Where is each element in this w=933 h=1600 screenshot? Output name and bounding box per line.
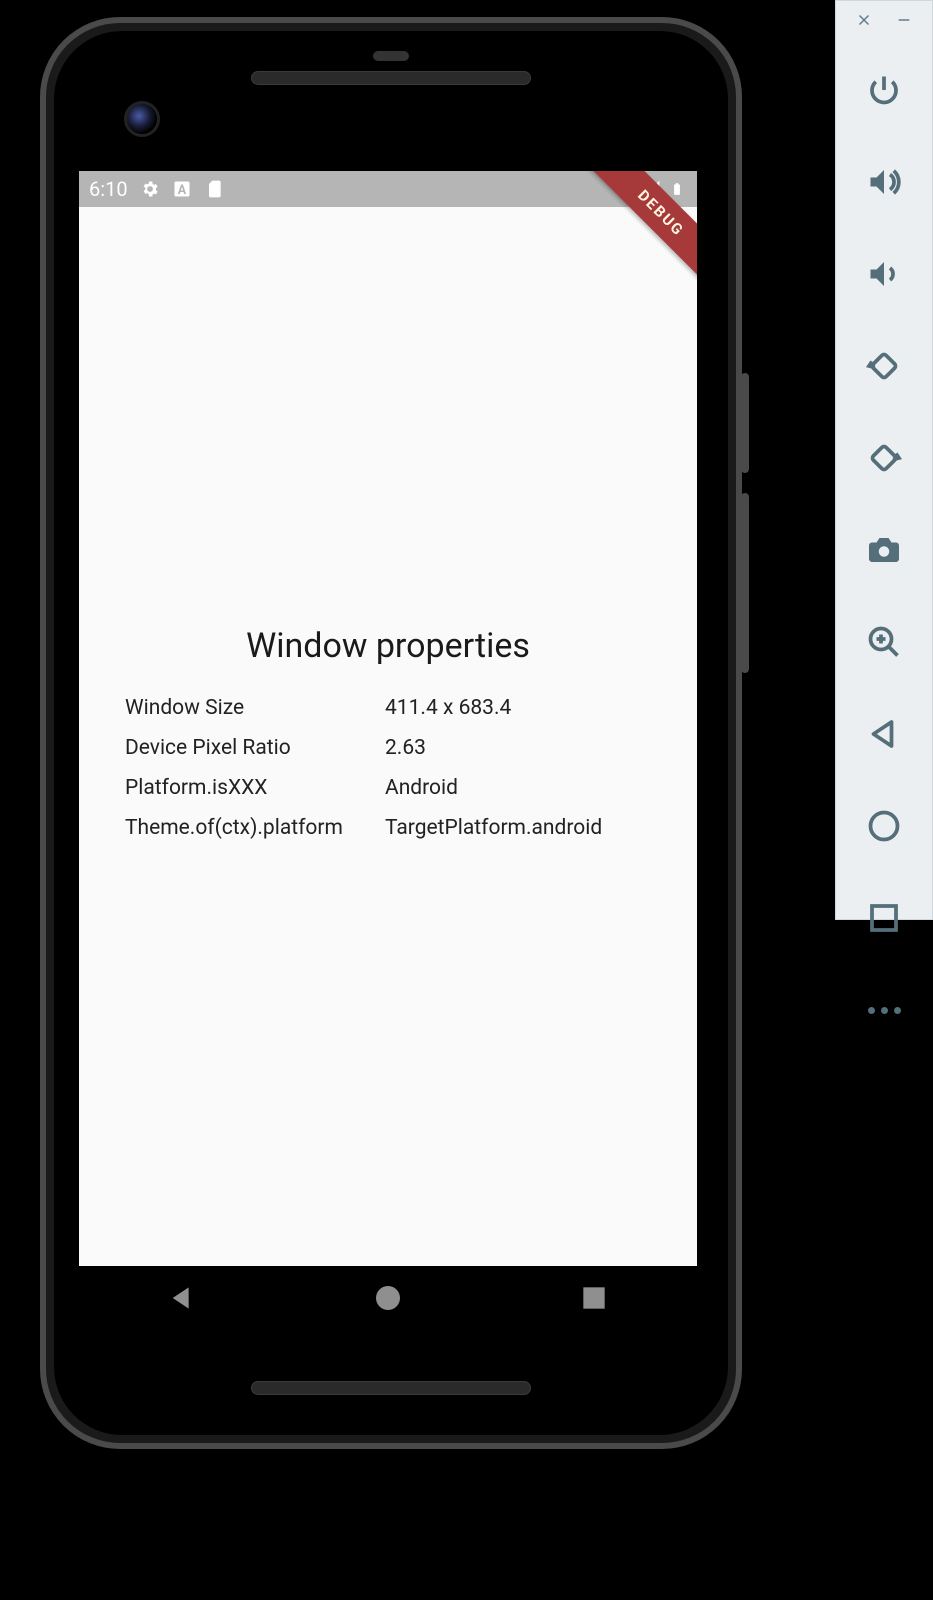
svg-text:A: A: [177, 183, 186, 198]
sdcard-icon: [204, 179, 224, 199]
rotate-left-icon[interactable]: [861, 343, 907, 389]
table-row: Theme.of(ctx).platform TargetPlatform.an…: [125, 808, 651, 848]
phone-frame: 6:10 A: [40, 17, 742, 1449]
device-screen: 6:10 A: [79, 171, 697, 1266]
row-value: 2.63: [385, 736, 651, 760]
power-icon[interactable]: [861, 67, 907, 113]
toolbar-window-controls: [836, 1, 932, 39]
rotate-right-icon[interactable]: [861, 435, 907, 481]
table-row: Window Size 411.4 x 683.4: [125, 688, 651, 728]
home-icon[interactable]: [372, 1282, 404, 1318]
emulator-toolbar: [835, 0, 933, 920]
home-circle-icon[interactable]: [861, 803, 907, 849]
earpiece-speaker: [251, 71, 531, 85]
back-icon[interactable]: [166, 1282, 198, 1318]
bottom-speaker: [251, 1381, 531, 1395]
row-value: 411.4 x 683.4: [385, 696, 651, 720]
app-body: Window properties Window Size 411.4 x 68…: [79, 207, 697, 1266]
settings-icon: [140, 179, 160, 199]
status-bar-left: 6:10 A: [89, 177, 224, 201]
volume-side-button[interactable]: [741, 493, 749, 673]
row-value: Android: [385, 776, 651, 800]
close-icon[interactable]: [852, 8, 876, 32]
row-label: Theme.of(ctx).platform: [125, 816, 385, 840]
back-icon[interactable]: [861, 711, 907, 757]
status-time: 6:10: [89, 177, 128, 201]
row-label: Platform.isXXX: [125, 776, 385, 800]
recents-icon[interactable]: [578, 1282, 610, 1318]
volume-up-icon[interactable]: [861, 159, 907, 205]
overview-square-icon[interactable]: [861, 895, 907, 941]
volume-down-icon[interactable]: [861, 251, 907, 297]
properties-table: Window Size 411.4 x 683.4 Device Pixel R…: [125, 688, 651, 848]
table-row: Platform.isXXX Android: [125, 768, 651, 808]
more-icon[interactable]: [861, 987, 907, 1033]
android-nav-bar: [79, 1266, 697, 1334]
row-value: TargetPlatform.android: [385, 816, 651, 840]
row-label: Window Size: [125, 696, 385, 720]
row-label: Device Pixel Ratio: [125, 736, 385, 760]
zoom-in-icon[interactable]: [861, 619, 907, 665]
minimize-icon[interactable]: [892, 8, 916, 32]
front-camera: [124, 101, 160, 137]
toolbar-body: [836, 39, 932, 1033]
table-row: Device Pixel Ratio 2.63: [125, 728, 651, 768]
letter-a-icon: A: [172, 179, 192, 199]
power-side-button[interactable]: [741, 373, 749, 473]
notch-indicator: [373, 51, 409, 61]
page-title: Window properties: [246, 626, 530, 666]
camera-icon[interactable]: [861, 527, 907, 573]
